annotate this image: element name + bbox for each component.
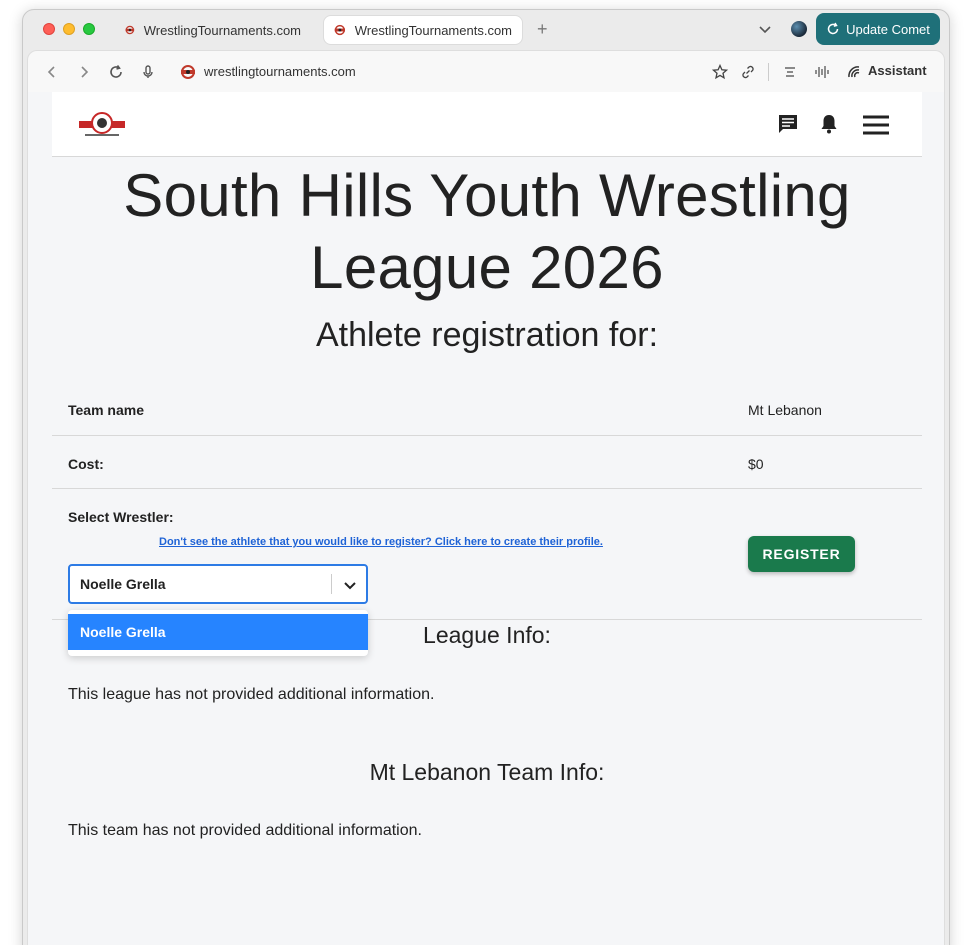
- browser-window: WrestlingTournaments.com WrestlingTourna…: [22, 9, 950, 945]
- mic-icon[interactable]: [140, 64, 156, 80]
- bell-icon[interactable]: [818, 113, 840, 135]
- tab-list-chevron-icon[interactable]: [757, 21, 773, 37]
- tab-bar: WrestlingTournaments.com WrestlingTourna…: [23, 10, 949, 50]
- url-field[interactable]: wrestlingtournaments.com: [204, 64, 356, 79]
- tab-1-label: WrestlingTournaments.com: [143, 22, 301, 38]
- site-header: [52, 92, 922, 157]
- site-favicon-icon: [181, 65, 195, 79]
- create-profile-link[interactable]: Don't see the athlete that you would lik…: [159, 536, 603, 548]
- star-icon[interactable]: [712, 64, 728, 80]
- forward-icon[interactable]: [76, 64, 92, 80]
- maximize-window-button[interactable]: [83, 23, 95, 35]
- assistant-button[interactable]: Assistant: [868, 63, 927, 78]
- wrestler-select-value: Noelle Grella: [80, 576, 166, 592]
- minimize-window-button[interactable]: [63, 23, 75, 35]
- reload-icon[interactable]: [108, 64, 124, 80]
- chevron-down-icon[interactable]: [342, 577, 358, 593]
- toolbar-divider: [768, 63, 769, 81]
- profile-globe-icon[interactable]: [791, 21, 807, 37]
- page-viewport: South Hills Youth Wrestling League 2026 …: [27, 92, 945, 945]
- team-name-label: Team name: [68, 402, 144, 418]
- select-separator: [331, 574, 332, 594]
- page-title: South Hills Youth Wrestling League 2026: [123, 162, 851, 301]
- link-icon[interactable]: [740, 64, 756, 80]
- team-info-text: This team has not provided additional in…: [68, 822, 422, 839]
- cost-value: $0: [748, 456, 764, 472]
- chat-icon[interactable]: [777, 113, 799, 135]
- new-tab-icon[interactable]: +: [537, 19, 548, 40]
- reader-icon[interactable]: [782, 64, 798, 80]
- tab-2-label: WrestlingTournaments.com: [354, 22, 512, 38]
- page-subtitle: Athlete registration for:: [315, 316, 659, 354]
- register-button[interactable]: REGISTER: [748, 536, 855, 572]
- voice-wave-icon[interactable]: [814, 64, 830, 80]
- select-wrestler-label: Select Wrestler:: [68, 509, 174, 525]
- site-logo[interactable]: [77, 109, 127, 139]
- team-name-row: Team name Mt Lebanon: [52, 382, 922, 436]
- refresh-icon: [827, 22, 839, 35]
- team-info-heading: Mt Lebanon Team Info:: [369, 759, 605, 785]
- assistant-icon: [848, 66, 860, 78]
- update-comet-label: Update Comet: [846, 21, 930, 37]
- team-name-value: Mt Lebanon: [748, 402, 822, 418]
- league-info-text: This league has not provided additional …: [68, 686, 435, 703]
- address-toolbar: wrestlingtournaments.com Assistant: [27, 50, 945, 92]
- cost-label: Cost:: [68, 456, 104, 472]
- tab-1[interactable]: WrestlingTournaments.com: [115, 15, 311, 45]
- site-favicon-icon: [125, 25, 135, 35]
- tab-2-active[interactable]: WrestlingTournaments.com: [323, 15, 523, 45]
- site-favicon-icon: [334, 24, 346, 36]
- back-icon[interactable]: [44, 64, 60, 80]
- cost-row: Cost: $0: [52, 436, 922, 489]
- close-window-button[interactable]: [43, 23, 55, 35]
- menu-icon[interactable]: [862, 115, 890, 135]
- wrestler-select[interactable]: Noelle Grella: [68, 564, 368, 604]
- wrestler-option[interactable]: Noelle Grella: [68, 614, 368, 650]
- wrestler-dropdown-menu: Noelle Grella: [68, 610, 368, 656]
- update-comet-button[interactable]: Update Comet: [816, 13, 940, 45]
